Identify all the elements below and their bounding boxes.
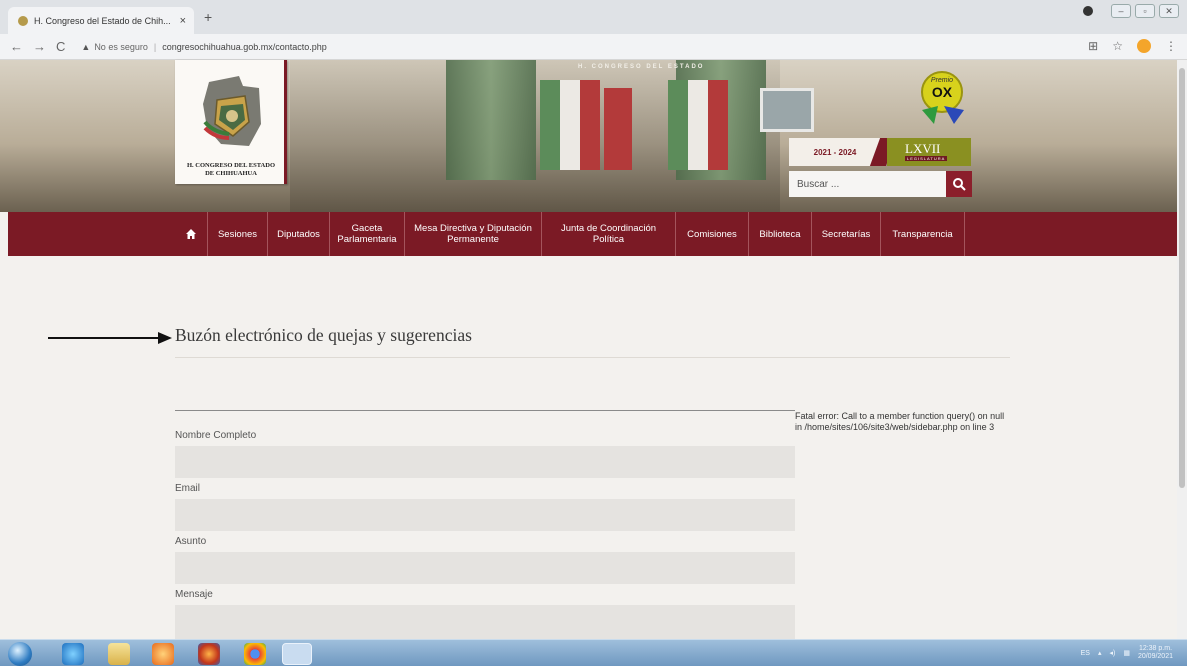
home-icon bbox=[185, 229, 196, 239]
warning-icon: ▲ bbox=[81, 41, 91, 52]
monitor-screen bbox=[760, 88, 814, 132]
record-icon[interactable] bbox=[1083, 6, 1093, 16]
clock-date: 20/09/2021 bbox=[1137, 653, 1173, 660]
logo-text-line1: H. CONGRESO DEL ESTADO bbox=[186, 162, 275, 169]
message-label: Mensaje bbox=[175, 589, 213, 600]
podium-drape bbox=[604, 88, 632, 170]
tab-close-icon[interactable]: × bbox=[180, 15, 186, 27]
email-label: Email bbox=[175, 483, 201, 494]
address-bar: ← → C ▲ No es seguro | congresochihuahua… bbox=[0, 34, 1187, 60]
clock-time: 12:38 p.m. bbox=[1138, 645, 1173, 652]
chrome-icon[interactable] bbox=[244, 643, 266, 665]
browser-toolbar: ⊞ ☆ ⋮ bbox=[1088, 39, 1177, 53]
message-field[interactable] bbox=[175, 605, 795, 639]
security-label: No es seguro bbox=[94, 41, 148, 52]
tray-arrow-icon[interactable]: ▴ bbox=[1098, 649, 1102, 657]
back-arrow-icon[interactable]: ← bbox=[10, 39, 23, 54]
start-button[interactable] bbox=[8, 642, 32, 666]
search-button[interactable] bbox=[946, 171, 972, 197]
forward-arrow-icon[interactable]: → bbox=[33, 39, 46, 54]
nav-secretarias[interactable]: Secretarías bbox=[812, 212, 881, 256]
url-text: congresochihuahua.gob.mx/contacto.php bbox=[162, 41, 327, 52]
logo-text: H. CONGRESO DEL ESTADO DE CHIHUAHUA bbox=[179, 162, 283, 178]
new-tab-button[interactable]: + bbox=[204, 9, 212, 25]
main-navigation: Sesiones Diputados Gaceta Parlamentaria … bbox=[8, 212, 1177, 256]
tab-title: H. Congreso del Estado de Chih... bbox=[34, 15, 171, 26]
volume-icon[interactable]: ◂) bbox=[1109, 649, 1115, 657]
nav-diputados[interactable]: Diputados bbox=[268, 212, 330, 256]
browser-tab[interactable]: H. Congreso del Estado de Chih... × bbox=[8, 7, 194, 34]
sidebar-error: Fatal error: Call to a member function q… bbox=[795, 411, 1013, 432]
profile-avatar[interactable] bbox=[1137, 39, 1151, 53]
error-line: 3 bbox=[989, 421, 995, 432]
site-favicon-icon bbox=[18, 15, 28, 26]
legislature-number-block: LXVII LEGISLATURA bbox=[887, 138, 971, 166]
coat-of-arms-icon bbox=[203, 76, 261, 146]
nav-gaceta-parlamentaria[interactable]: Gaceta Parlamentaria bbox=[330, 212, 405, 256]
search-input[interactable] bbox=[789, 171, 945, 197]
close-window-button[interactable]: ✕ bbox=[1159, 4, 1179, 18]
premio-label: Premio bbox=[931, 77, 953, 84]
mexico-flag-right bbox=[668, 80, 728, 170]
window-controls: – ▫ ✕ bbox=[1083, 4, 1179, 18]
firefox-icon[interactable] bbox=[198, 643, 220, 665]
nav-home[interactable] bbox=[174, 212, 208, 256]
logo-text-line2: DE CHIHUAHUA bbox=[205, 170, 257, 177]
nav-mesa-directiva[interactable]: Mesa Directiva y Diputación Permanente bbox=[405, 212, 542, 256]
nav-comisiones[interactable]: Comisiones bbox=[676, 212, 749, 256]
annotation-arrow-icon bbox=[48, 332, 172, 344]
name-field[interactable] bbox=[175, 446, 795, 478]
url-separator: | bbox=[153, 41, 157, 52]
mexico-flag-left bbox=[540, 80, 600, 170]
url-field[interactable]: ▲ No es seguro | congresochihuahua.gob.m… bbox=[81, 42, 326, 52]
menu-kebab-icon[interactable]: ⋮ bbox=[1165, 39, 1177, 53]
browser-tab-strip: H. Congreso del Estado de Chih... × + – … bbox=[0, 0, 1187, 34]
name-label: Nombre Completo bbox=[175, 430, 257, 441]
site-search bbox=[789, 171, 972, 197]
bookmark-star-icon[interactable]: ☆ bbox=[1112, 39, 1123, 53]
error-path: /home/sites/106/site3/web/sidebar.php bbox=[804, 421, 958, 432]
legislature-badge: 2021 - 2024 LXVII LEGISLATURA bbox=[789, 138, 971, 166]
legislature-word: LEGISLATURA bbox=[905, 156, 948, 161]
scrollbar-thumb[interactable] bbox=[1179, 68, 1185, 488]
page-scrollbar[interactable] bbox=[1177, 60, 1187, 639]
legislature-years: 2021 - 2024 bbox=[789, 138, 881, 166]
word-icon[interactable] bbox=[282, 643, 312, 665]
reload-icon[interactable]: C bbox=[56, 39, 65, 54]
form-divider bbox=[175, 410, 795, 411]
network-icon[interactable]: ▦ bbox=[1123, 649, 1130, 657]
premio-ox-badge-icon: Premio OX bbox=[921, 71, 964, 124]
subject-field[interactable] bbox=[175, 552, 795, 584]
nav-transparencia[interactable]: Transparencia bbox=[881, 212, 965, 256]
nav-junta-coordinacion[interactable]: Junta de Coordinación Política bbox=[542, 212, 676, 256]
banner-text: H. CONGRESO DEL ESTADO bbox=[578, 64, 705, 70]
language-indicator[interactable]: ES bbox=[1081, 650, 1090, 657]
minimize-button[interactable]: – bbox=[1111, 4, 1131, 18]
search-icon bbox=[953, 178, 966, 191]
file-explorer-icon[interactable] bbox=[108, 643, 130, 665]
translate-icon[interactable]: ⊞ bbox=[1088, 39, 1098, 53]
nav-biblioteca[interactable]: Biblioteca bbox=[749, 212, 812, 256]
premio-mark: OX bbox=[932, 84, 953, 100]
nav-sesiones[interactable]: Sesiones bbox=[208, 212, 268, 256]
windows-taskbar: ES ▴ ◂) ▦ 12:38 p.m. 20/09/2021 bbox=[0, 639, 1187, 666]
maximize-button[interactable]: ▫ bbox=[1135, 4, 1155, 18]
error-label: Fatal error bbox=[795, 411, 837, 421]
clock[interactable]: 12:38 p.m. 20/09/2021 bbox=[1138, 645, 1173, 661]
media-player-icon[interactable] bbox=[152, 643, 174, 665]
congress-logo[interactable]: H. CONGRESO DEL ESTADO DE CHIHUAHUA bbox=[175, 60, 287, 184]
page-title: Buzón electrónico de quejas y sugerencia… bbox=[175, 325, 472, 345]
system-tray: ES ▴ ◂) ▦ 12:38 p.m. 20/09/2021 bbox=[1081, 645, 1173, 661]
internet-explorer-icon[interactable] bbox=[62, 643, 84, 665]
curtain-left bbox=[446, 60, 536, 180]
subject-label: Asunto bbox=[175, 536, 207, 547]
legislature-number: LXVII bbox=[905, 141, 941, 156]
title-divider bbox=[175, 357, 1010, 358]
error-line-prefix: on line bbox=[957, 421, 990, 432]
email-field[interactable] bbox=[175, 499, 795, 531]
